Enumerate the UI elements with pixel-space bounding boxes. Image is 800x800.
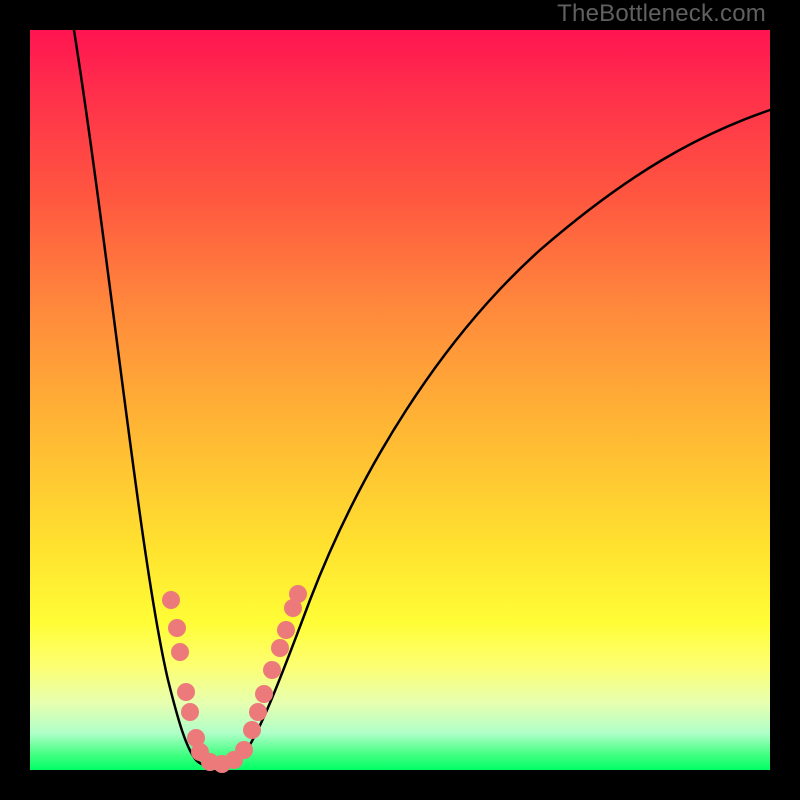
data-marker [162,591,180,609]
data-marker [168,619,186,637]
data-marker [235,741,253,759]
chart-svg [0,0,800,800]
data-marker [289,585,307,603]
data-marker [181,703,199,721]
data-marker [255,685,273,703]
data-marker [263,661,281,679]
data-marker [249,703,267,721]
data-marker [171,643,189,661]
data-marker [277,621,295,639]
marker-group [162,585,307,773]
data-marker [271,639,289,657]
curve-left-curve [74,30,220,768]
data-marker [177,683,195,701]
data-marker [243,721,261,739]
curve-right-curve [220,110,770,768]
